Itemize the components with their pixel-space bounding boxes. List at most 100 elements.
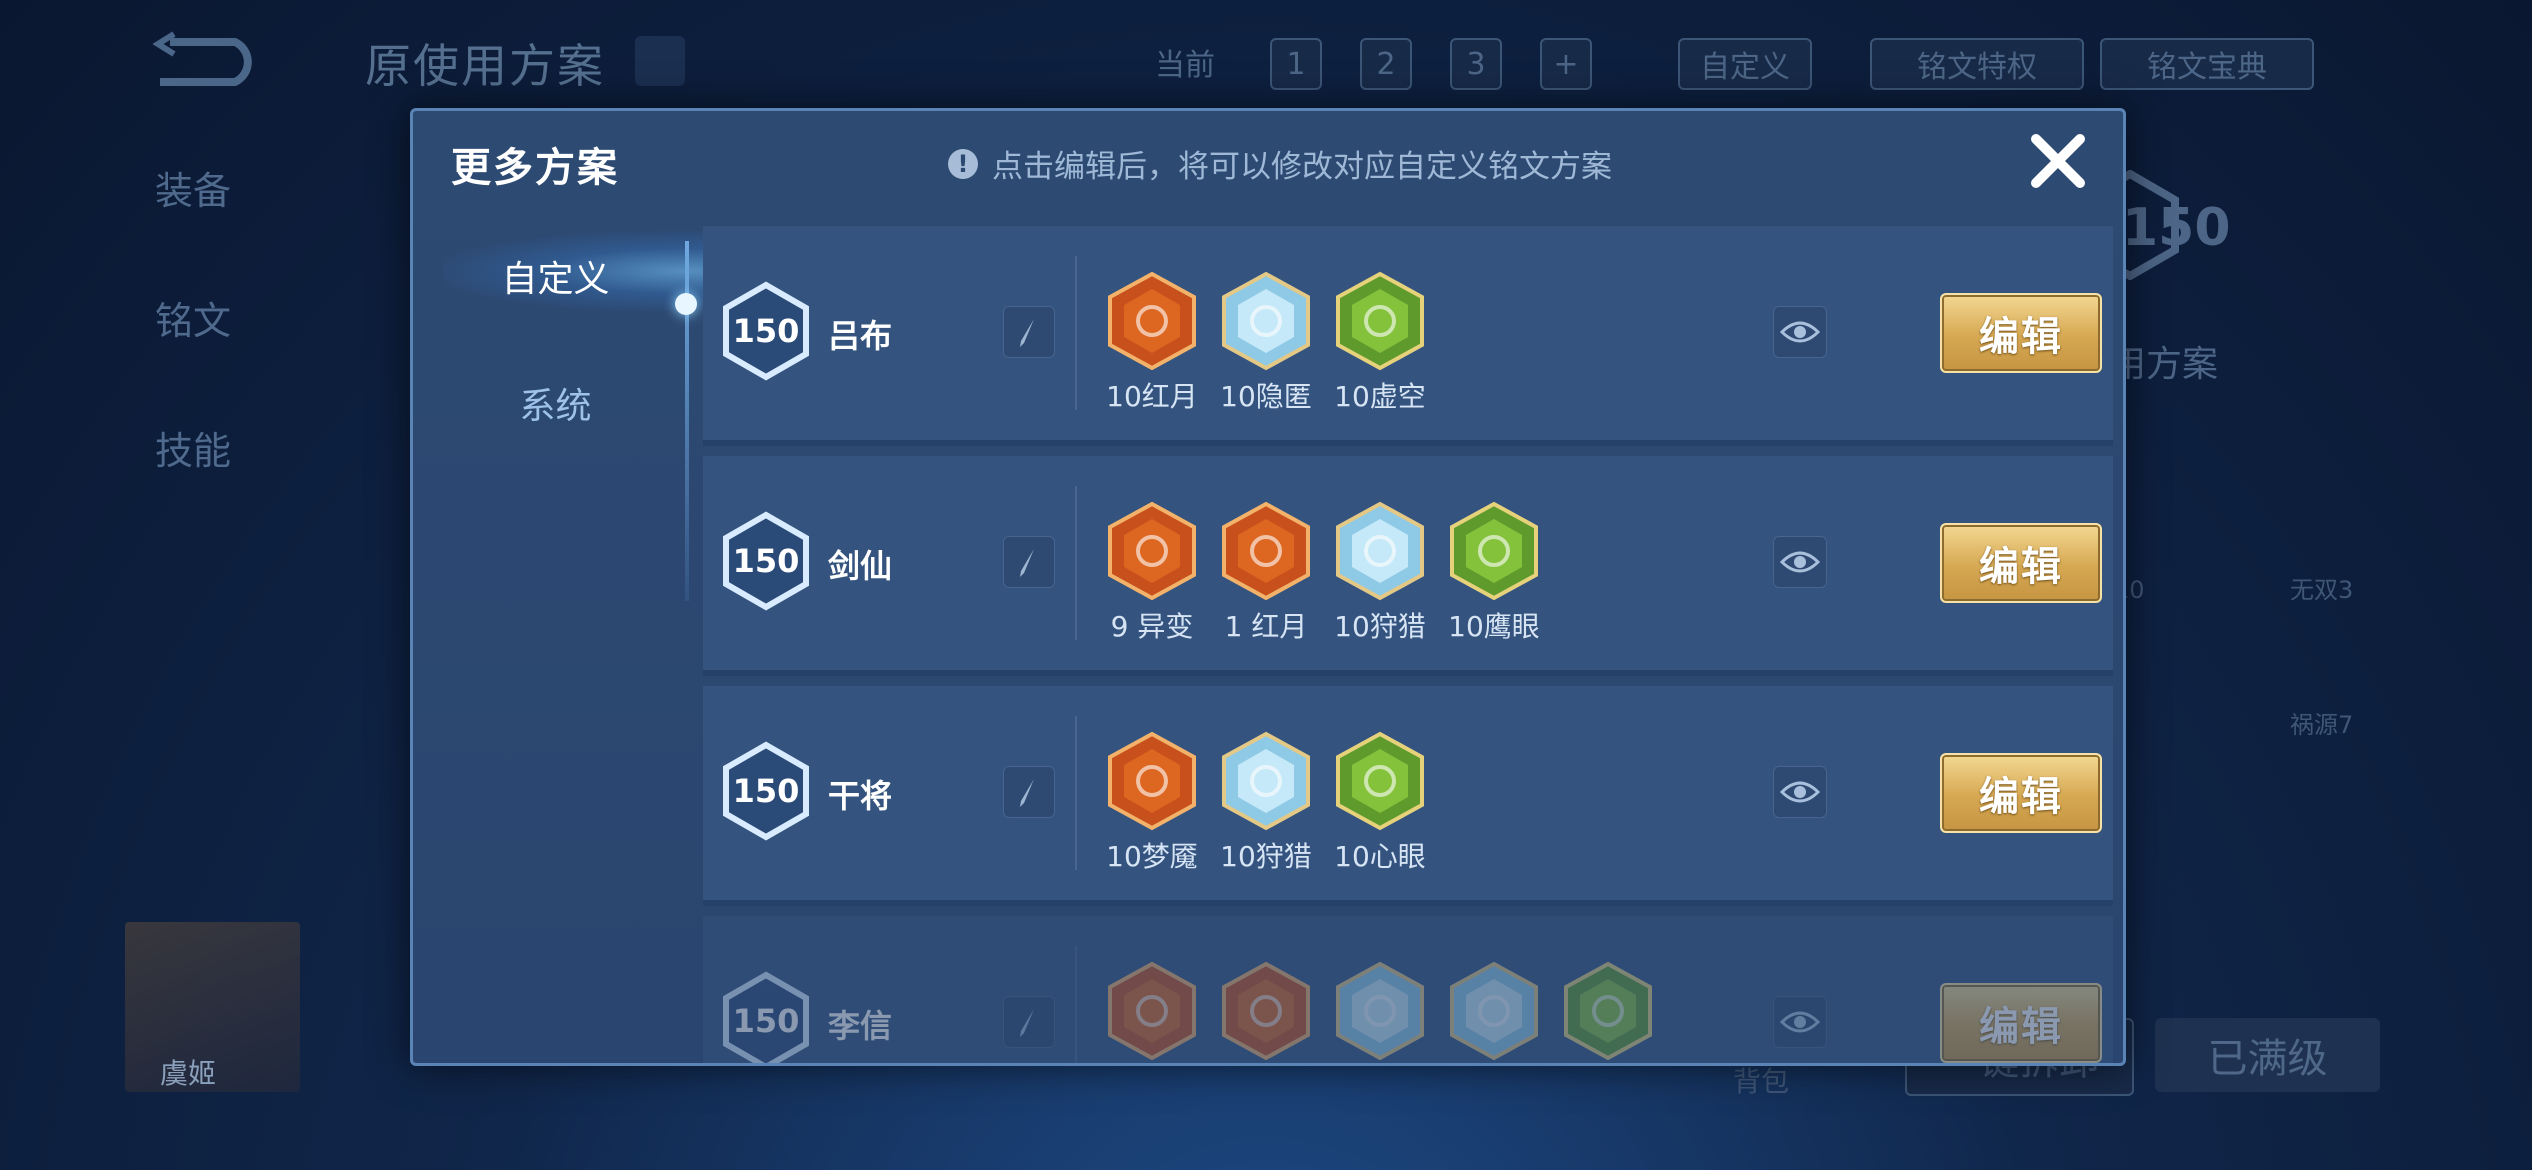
plan-name: 干将: [828, 777, 893, 815]
rune-slot: 10红月: [1095, 271, 1209, 415]
side-menu-equipment[interactable]: 装备: [155, 160, 231, 215]
edit-button[interactable]: 编辑: [1940, 293, 2102, 373]
plan-level: 150: [732, 542, 800, 580]
rune-slot: [1437, 961, 1551, 1063]
rune-label: 9 异变: [1110, 610, 1194, 643]
close-button[interactable]: [2018, 121, 2098, 201]
void-rune-icon: [1336, 271, 1424, 371]
eye-icon: [1780, 781, 1820, 803]
plan-level: 150: [732, 1002, 800, 1040]
add-plan-button[interactable]: +: [1540, 38, 1592, 90]
rune-label: 10狩猎: [1220, 840, 1312, 873]
rune-label: 10隐匿: [1220, 380, 1312, 413]
red-moon-rune-icon: [1222, 501, 1310, 601]
plan-list[interactable]: 150 吕布 10红月 10隐匿 10虚空 编辑 150 剑仙 9 异变 1 红…: [703, 226, 2113, 1063]
mind-eye-rune-icon: [1336, 731, 1424, 831]
modal-title: 更多方案: [451, 145, 619, 191]
right-rune-label: 祸源7: [2290, 711, 2354, 739]
eye-icon: [1780, 551, 1820, 573]
right-level-text: 150: [2122, 198, 2231, 258]
plan-slot-1[interactable]: 1: [1270, 38, 1322, 90]
eye-icon: [1780, 1011, 1820, 1033]
side-menu-inscription[interactable]: 铭文: [155, 290, 231, 345]
privilege-button[interactable]: 铭文特权: [1870, 38, 2084, 90]
rune-label: 10狩猎: [1334, 610, 1426, 643]
stealth-rune-icon: [1336, 961, 1424, 1061]
rune-slot: 10狩猎: [1323, 501, 1437, 645]
rune-label: 1 红月: [1224, 610, 1308, 643]
rune-slot: [1095, 961, 1209, 1063]
hint-text: 点击编辑后，将可以修改对应自定义铭文方案: [992, 149, 1612, 185]
close-icon: [2031, 134, 2085, 188]
grid-view-icon[interactable]: [635, 36, 685, 86]
edit-button[interactable]: 编辑: [1940, 983, 2102, 1063]
rune-slot: [1551, 961, 1665, 1063]
back-arrow-icon[interactable]: [150, 30, 260, 90]
pencil-icon: [1020, 549, 1034, 577]
edit-button[interactable]: 编辑: [1940, 523, 2102, 603]
rename-button[interactable]: [1003, 306, 1055, 358]
rune-slot: 10梦魇: [1095, 731, 1209, 875]
right-rune-label: 无双3: [2290, 576, 2354, 604]
hawk-eye-rune-icon: [1450, 501, 1538, 601]
plan-level: 150: [732, 312, 800, 350]
rune-slot: 1 红月: [1209, 501, 1323, 645]
preview-button[interactable]: [1773, 766, 1827, 818]
rename-button[interactable]: [1003, 536, 1055, 588]
rune-label: 10虚空: [1334, 380, 1426, 413]
nightmare-rune-icon: [1108, 731, 1196, 831]
page-title: 原使用方案: [365, 39, 605, 93]
plan-slot-3[interactable]: 3: [1450, 38, 1502, 90]
treasury-button[interactable]: 铭文宝典: [2100, 38, 2314, 90]
max-level-button[interactable]: 已满级: [2155, 1018, 2380, 1092]
plan-level: 150: [732, 772, 800, 810]
custom-button[interactable]: 自定义: [1678, 38, 1812, 90]
pencil-icon: [1020, 319, 1034, 347]
rename-button[interactable]: [1003, 766, 1055, 818]
stealth-rune-icon: [1222, 271, 1310, 371]
edit-button[interactable]: 编辑: [1940, 753, 2102, 833]
plan-name: 吕布: [828, 317, 893, 355]
rename-button[interactable]: [1003, 996, 1055, 1048]
plan-category-nav: 自定义 系统: [413, 226, 713, 1063]
backpack-label: 背包: [1733, 1065, 1790, 1098]
modal-hint: ! 点击编辑后，将可以修改对应自定义铭文方案: [948, 141, 1612, 186]
hunt-rune-icon: [1336, 501, 1424, 601]
hero-name: 虞姬: [160, 1057, 217, 1090]
hunt-rune-icon: [1450, 961, 1538, 1061]
red-moon-rune-icon: [1108, 271, 1196, 371]
row-divider: [1075, 946, 1077, 1063]
tab-system[interactable]: 系统: [413, 358, 698, 448]
plan-name: 剑仙: [828, 547, 893, 585]
side-menu-skills[interactable]: 技能: [155, 420, 231, 475]
rune-label: 10心眼: [1334, 840, 1426, 873]
rune-slot: 10心眼: [1323, 731, 1437, 875]
row-divider: [1075, 716, 1077, 870]
rune-slot: [1209, 961, 1323, 1063]
rune-slot: 9 异变: [1095, 501, 1209, 645]
mutation-rune-icon: [1108, 961, 1196, 1061]
preview-button[interactable]: [1773, 306, 1827, 358]
right-plan-label: 用方案: [2110, 344, 2219, 385]
rune-slot: 10鹰眼: [1437, 501, 1551, 645]
rune-label: 10鹰眼: [1448, 610, 1540, 643]
rune-slot: [1323, 961, 1437, 1063]
rune-label: 10梦魇: [1106, 840, 1198, 873]
plan-slot-2[interactable]: 2: [1360, 38, 1412, 90]
preview-button[interactable]: [1773, 996, 1827, 1048]
preview-button[interactable]: [1773, 536, 1827, 588]
pencil-icon: [1020, 1009, 1034, 1037]
red-rune-icon: [1222, 961, 1310, 1061]
current-label: 当前: [1155, 48, 1215, 83]
pencil-icon: [1020, 779, 1034, 807]
rune-label: 10红月: [1106, 380, 1198, 413]
rune-slot: 10狩猎: [1209, 731, 1323, 875]
hawk-eye-rune-icon: [1564, 961, 1652, 1061]
eye-icon: [1780, 321, 1820, 343]
plan-row: 150 吕布 10红月 10隐匿 10虚空 编辑: [703, 226, 2113, 446]
info-icon: !: [948, 148, 978, 179]
tab-custom[interactable]: 自定义: [413, 231, 698, 321]
hunt-rune-icon: [1222, 731, 1310, 831]
rune-slot: 10隐匿: [1209, 271, 1323, 415]
plan-name: 李信: [828, 1007, 893, 1045]
